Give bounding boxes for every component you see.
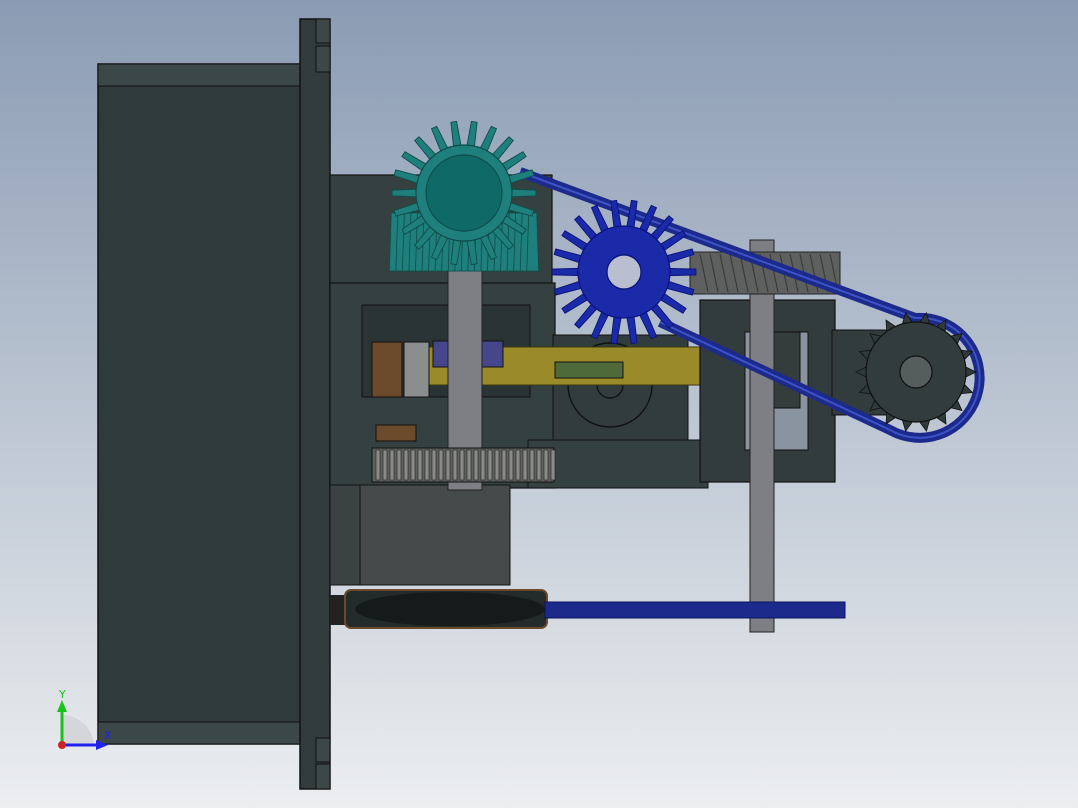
plate-top-tab [315, 18, 331, 44]
housing-body [97, 63, 305, 745]
plate-top-slot [315, 45, 331, 73]
spline-insert [403, 341, 430, 398]
plate-bottom-tab [315, 763, 331, 790]
rack-tooth [550, 449, 556, 481]
rack-tooth [389, 449, 395, 481]
gear-tooth [391, 188, 417, 198]
triad-origin [58, 741, 66, 749]
rack-tooth [445, 449, 451, 481]
housing-bottom-lip [97, 721, 305, 745]
green-tab [554, 361, 624, 379]
rack-tooth [417, 449, 423, 481]
gear-tooth [669, 267, 697, 277]
triad-x-label: X [104, 729, 112, 742]
rack-tooth [529, 449, 535, 481]
frame-lower-inner [359, 484, 511, 586]
rack-tooth [487, 449, 493, 481]
cad-assembly-scene[interactable] [0, 0, 1078, 808]
rack-tooth [382, 449, 388, 481]
rack-tooth [438, 449, 444, 481]
rack-tooth [480, 449, 486, 481]
rack-tooth [522, 449, 528, 481]
rack-tooth [431, 449, 437, 481]
rack-tooth [508, 449, 514, 481]
gear-hub [425, 154, 503, 232]
copper-bushing [371, 341, 403, 398]
rack-tooth [424, 449, 430, 481]
rack-tooth [452, 449, 458, 481]
rack-tooth [375, 449, 381, 481]
rack-tooth [466, 449, 472, 481]
triad-y-label: Y [59, 688, 66, 701]
gear-hub [606, 254, 642, 290]
plate-body [299, 18, 331, 790]
gear-skirt-tooth [526, 212, 540, 272]
plate-bottom-slot [315, 737, 331, 763]
rack-tooth [543, 449, 549, 481]
cad-graphics-viewport[interactable]: Y X [0, 0, 1078, 808]
rack-tooth [473, 449, 479, 481]
rack-tooth [515, 449, 521, 481]
copper-bushing-lower [375, 424, 417, 442]
vertical-shaft-right [749, 239, 775, 633]
rack-tooth [403, 449, 409, 481]
rack-tooth [501, 449, 507, 481]
rack-tooth [459, 449, 465, 481]
rack-tooth [536, 449, 542, 481]
rack-gear[interactable] [371, 447, 556, 483]
gear-tooth [551, 267, 579, 277]
sprocket-bore [899, 355, 933, 389]
flat-belt [544, 601, 846, 619]
motor-housing[interactable] [97, 63, 305, 745]
housing-top-lip [97, 63, 305, 87]
mounting-plate[interactable] [299, 18, 331, 790]
bottom-pulley-face [355, 592, 545, 626]
rack-tooth [396, 449, 402, 481]
gear-tooth [511, 188, 537, 198]
rack-tooth [410, 449, 416, 481]
rack-tooth [494, 449, 500, 481]
